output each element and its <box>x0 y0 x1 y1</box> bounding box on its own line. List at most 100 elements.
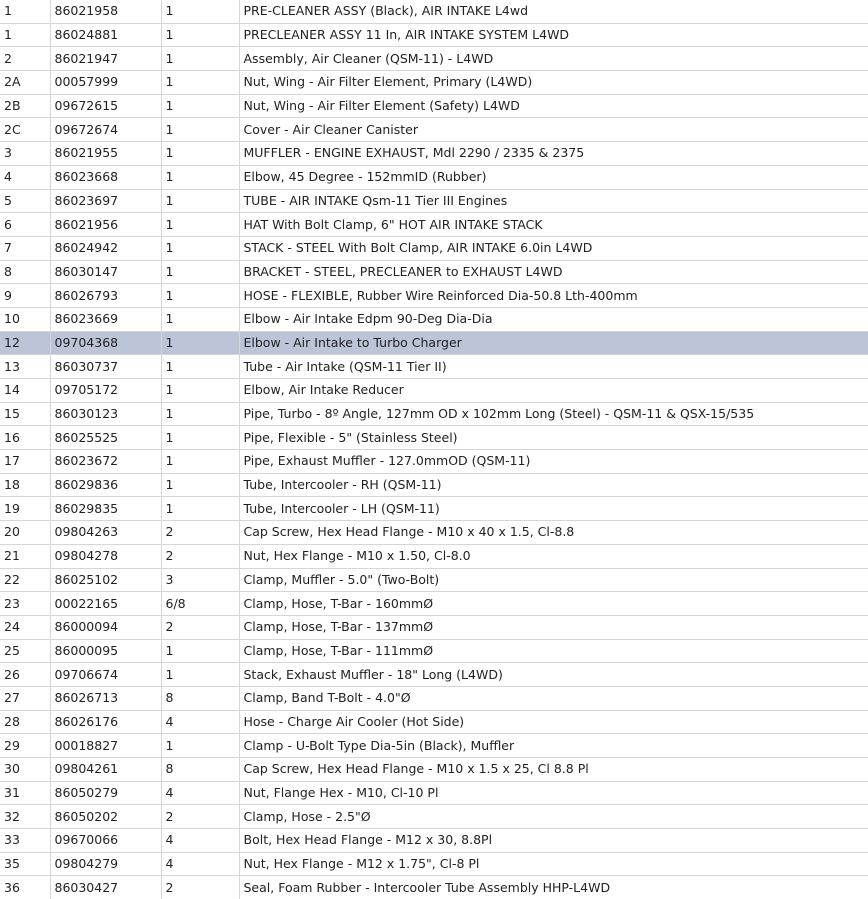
table-row[interactable]: 12 09704368 1 Elbow - Air Intake to Turbo C… <box>0 330 868 355</box>
quantity-cell: 1 <box>161 354 240 379</box>
item-number-cell: 20 <box>0 520 51 545</box>
quantity-cell: 1 <box>161 449 240 474</box>
description-cell: Nut, Wing - Air Filter Element, Primary … <box>239 70 868 95</box>
item-number-cell: 22 <box>0 567 51 592</box>
table-row[interactable]: 3 86021955 1 MUFFLER - ENGINE EXHAUST, Mdl … <box>0 141 868 166</box>
part-number-cell: 09804263 <box>50 520 162 545</box>
table-row[interactable]: 2 86021947 1 Assembly, Air Cleaner (QSM-11)… <box>0 46 868 71</box>
quantity-cell: 1 <box>161 496 240 521</box>
quantity-cell: 1 <box>161 306 240 332</box>
table-row[interactable]: 33 09670066 4 Bolt, Hex Head Flange - M12 x… <box>0 828 868 853</box>
table-row[interactable]: 36 86030427 2 Seal, Foam Rubber - Intercool… <box>0 875 868 899</box>
item-number-cell: 31 <box>0 780 51 805</box>
description-cell: Elbow - Air Intake to Turbo Charger <box>239 330 868 355</box>
table-row[interactable]: 30 09804261 8 Cap Screw, Hex Head Flange - … <box>0 757 868 782</box>
table-row[interactable]: 9 86026793 1 HOSE - FLEXIBLE, Rubber Wire R… <box>0 283 868 308</box>
quantity-cell: 1 <box>161 22 240 47</box>
item-number-cell: 13 <box>0 354 51 379</box>
table-row[interactable]: 1 86021958 1 PRE-CLEANER ASSY (Black), AIR … <box>0 0 868 24</box>
item-number-cell: 36 <box>0 875 51 899</box>
table-row[interactable]: 2B 09672615 1 Nut, Wing - Air Filter Elemen… <box>0 93 868 118</box>
table-row[interactable]: 14 09705172 1 Elbow, Air Intake Reducer <box>0 378 868 403</box>
part-number-cell: 09672674 <box>50 117 162 142</box>
table-row[interactable]: 15 86030123 1 Pipe, Turbo - 8º Angle, 127mm… <box>0 401 868 426</box>
description-cell: Clamp, Band T-Bolt - 4.0"Ø <box>239 685 868 711</box>
description-cell: Elbow, 45 Degree - 152mmID (Rubber) <box>239 164 868 189</box>
item-number-cell: 32 <box>0 804 51 829</box>
quantity-cell: 2 <box>161 520 240 545</box>
item-number-cell: 2B <box>0 93 51 118</box>
description-cell: Stack, Exhaust Muffler - 18" Long (L4WD) <box>239 662 868 687</box>
table-row[interactable]: 2C 09672674 1 Cover - Air Cleaner Canister <box>0 117 868 142</box>
item-number-cell: 1 <box>0 22 51 47</box>
table-row[interactable]: 2A 00057999 1 Nut, Wing - Air Filter Elemen… <box>0 70 868 95</box>
table-row[interactable]: 35 09804279 4 Nut, Hex Flange - M12 x 1.75"… <box>0 851 868 876</box>
part-number-cell: 86030737 <box>50 354 162 379</box>
description-cell: Cap Screw, Hex Head Flange - M10 x 1.5 x… <box>239 757 868 782</box>
description-cell: Elbow, Air Intake Reducer <box>239 378 868 403</box>
table-row[interactable]: 4 86023668 1 Elbow, 45 Degree - 152mmID (Ru… <box>0 164 868 189</box>
table-row[interactable]: 18 86029836 1 Tube, Intercooler - RH (QSM-1… <box>0 472 868 497</box>
table-row[interactable]: 26 09706674 1 Stack, Exhaust Muffler - 18" … <box>0 662 868 687</box>
table-row[interactable]: 1 86024881 1 PRECLEANER ASSY 11 In, AIR INT… <box>0 22 868 47</box>
description-cell: Pipe, Flexible - 5" (Stainless Steel) <box>239 425 868 450</box>
description-cell: TUBE - AIR INTAKE Qsm-11 Tier III Engine… <box>239 188 868 213</box>
item-number-cell: 35 <box>0 851 51 876</box>
table-row[interactable]: 28 86026176 4 Hose - Charge Air Cooler (Hot… <box>0 709 868 734</box>
quantity-cell: 1 <box>161 117 240 142</box>
description-cell: Clamp, Muffler - 5.0" (Two-Bolt) <box>239 567 868 592</box>
table-row[interactable]: 25 86000095 1 Clamp, Hose, T-Bar - 111mmØ <box>0 638 868 663</box>
part-number-cell: 09804278 <box>50 543 162 568</box>
part-number-cell: 09672615 <box>50 93 162 118</box>
quantity-cell: 2 <box>161 614 240 640</box>
quantity-cell: 1 <box>161 638 240 663</box>
item-number-cell: 23 <box>0 591 51 616</box>
item-number-cell: 14 <box>0 378 51 403</box>
item-number-cell: 4 <box>0 164 51 189</box>
table-row[interactable]: 17 86023672 1 Pipe, Exhaust Muffler - 127.0… <box>0 449 868 474</box>
item-number-cell: 16 <box>0 425 51 450</box>
description-cell: Clamp, Hose, T-Bar - 160mmØ <box>239 591 868 616</box>
quantity-cell: 1 <box>161 164 240 189</box>
description-cell: Tube, Intercooler - RH (QSM-11) <box>239 472 868 497</box>
table-row[interactable]: 19 86029835 1 Tube, Intercooler - LH (QSM-1… <box>0 496 868 521</box>
description-cell: MUFFLER - ENGINE EXHAUST, Mdl 2290 / 233… <box>239 141 868 166</box>
quantity-cell: 4 <box>161 780 240 805</box>
quantity-cell: 1 <box>161 378 240 403</box>
quantity-cell: 1 <box>161 235 240 261</box>
table-row[interactable]: 29 00018827 1 Clamp - U-Bolt Type Dia-5in (… <box>0 733 868 758</box>
item-number-cell: 33 <box>0 828 51 853</box>
part-number-cell: 86021958 <box>50 0 162 24</box>
part-number-cell: 86000094 <box>50 614 162 640</box>
item-number-cell: 2C <box>0 117 51 142</box>
table-row[interactable]: 16 86025525 1 Pipe, Flexible - 5" (Stainles… <box>0 425 868 450</box>
item-number-cell: 17 <box>0 449 51 474</box>
table-row[interactable]: 8 86030147 1 BRACKET - STEEL, PRECLEANER to… <box>0 259 868 284</box>
table-row[interactable]: 31 86050279 4 Nut, Flange Hex - M10, Cl-10 … <box>0 780 868 805</box>
table-row[interactable]: 13 86030737 1 Tube - Air Intake (QSM-11 Tie… <box>0 354 868 379</box>
table-row[interactable]: 32 86050202 2 Clamp, Hose - 2.5"Ø <box>0 804 868 829</box>
quantity-cell: 1 <box>161 0 240 24</box>
item-number-cell: 10 <box>0 306 51 332</box>
quantity-cell: 2 <box>161 543 240 568</box>
part-number-cell: 86024942 <box>50 235 162 261</box>
table-row[interactable]: 21 09804278 2 Nut, Hex Flange - M10 x 1.50,… <box>0 543 868 568</box>
table-row[interactable]: 6 86021956 1 HAT With Bolt Clamp, 6" HOT AI… <box>0 212 868 237</box>
table-row[interactable]: 23 00022165 6/8 Clamp, Hose, T-Bar - 160mmØ <box>0 591 868 616</box>
table-row[interactable]: 27 86026713 8 Clamp, Band T-Bolt - 4.0"Ø <box>0 685 868 711</box>
part-number-cell: 86030147 <box>50 259 162 284</box>
table-row[interactable]: 10 86023669 1 Elbow - Air Intake Edpm 90-De… <box>0 306 868 332</box>
table-row[interactable]: 7 86024942 1 STACK - STEEL With Bolt Clamp,… <box>0 235 868 261</box>
description-cell: HAT With Bolt Clamp, 6" HOT AIR INTAKE S… <box>239 212 868 237</box>
table-row[interactable]: 24 86000094 2 Clamp, Hose, T-Bar - 137mmØ <box>0 614 868 640</box>
part-number-cell: 09804261 <box>50 757 162 782</box>
table-row[interactable]: 22 86025102 3 Clamp, Muffler - 5.0" (Two-Bo… <box>0 567 868 592</box>
item-number-cell: 30 <box>0 757 51 782</box>
quantity-cell: 3 <box>161 567 240 592</box>
table-row[interactable]: 5 86023697 1 TUBE - AIR INTAKE Qsm-11 Tier … <box>0 188 868 213</box>
description-cell: Pipe, Turbo - 8º Angle, 127mm OD x 102mm… <box>239 401 868 426</box>
description-cell: Seal, Foam Rubber - Intercooler Tube Ass… <box>239 875 868 899</box>
table-row[interactable]: 20 09804263 2 Cap Screw, Hex Head Flange - … <box>0 520 868 545</box>
part-number-cell: 86023697 <box>50 188 162 213</box>
quantity-cell: 2 <box>161 804 240 829</box>
